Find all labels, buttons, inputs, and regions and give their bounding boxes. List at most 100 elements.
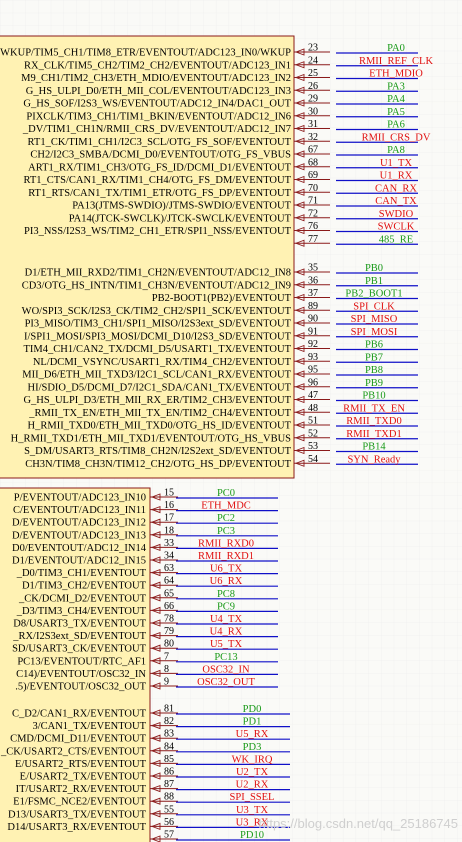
pin-function-label: PI3_MISO/TIM3_CH1/SPI1_MISO/I2S3ext_SD/E… (25, 319, 292, 330)
net-label[interactable]: PB7 (365, 352, 383, 363)
net-label[interactable]: SYN_Ready (347, 454, 401, 465)
net-label[interactable]: RMII_RXD0 (198, 538, 254, 549)
net-label[interactable]: U2_TX (236, 767, 268, 778)
pin-number: 93 (308, 352, 318, 363)
pin-function-label: CH3N/TIM8_CH3N/TIM12_CH2/OTG_HS_DP/EVENT… (25, 459, 291, 470)
pin-function-label: I/SPI1_MOSI/SPI3_MOSI/DCMI_D10/I2S3_SD/E… (24, 331, 292, 342)
net-label[interactable]: U1_TX (380, 158, 412, 169)
pin-function-label: RX_CLK/TIM5_CH2/TIM2_CH2/EVENTOUT/ADC123… (24, 60, 291, 71)
net-label[interactable]: U6_RX (210, 576, 243, 587)
net-label[interactable]: PB10 (362, 391, 385, 402)
pin-function-label: D1/EVENTOUT/ADC12_IN15 (12, 556, 146, 567)
pin-number: 32 (308, 132, 318, 143)
net-label[interactable]: PD10 (240, 830, 264, 841)
pin-number: 47 (308, 390, 318, 401)
net-label[interactable]: PB9 (365, 378, 383, 389)
net-label[interactable]: U6_TX (210, 564, 242, 575)
net-label[interactable]: U3_TX (236, 805, 268, 816)
net-label[interactable]: SWCLK (378, 222, 415, 233)
pin-function-label: HI/SDIO_D5/DCMI_D7/I2C1_SDA/CAN1_TX/EVEN… (28, 382, 292, 393)
pin-function-label: CH2/I2C3_SMBA/DCMI_D0/EVENTOUT/OTG_FS_VB… (30, 150, 291, 161)
net-label[interactable]: CAN_TX (375, 196, 417, 207)
net-label[interactable]: PC3 (217, 526, 235, 537)
pin-number: 56 (164, 817, 174, 828)
net-label[interactable]: OSC32_OUT (197, 677, 255, 688)
net-label[interactable]: PA6 (387, 120, 405, 131)
net-label[interactable]: SPI_MOSI (351, 327, 398, 338)
pin-number: 35 (308, 263, 318, 274)
pin-function-label: C14)/EVENTOUT/OSC32_IN (16, 669, 146, 680)
net-label[interactable]: U1_RX (380, 171, 413, 182)
pin-function-label: PA14(JTCK-SWCLK)/JTCK-SWCLK/EVENTOUT (69, 213, 292, 224)
net-label[interactable]: WK_IRQ (232, 754, 273, 765)
pin-function-label: G_HS_ULPI_D0/ETH_MII_COL/EVENTOUT/ADC123… (26, 86, 291, 97)
pin-function-label: PC13/EVENTOUT/RTC_AF1 (17, 656, 146, 667)
net-label[interactable]: PB8 (365, 365, 383, 376)
net-label[interactable]: PC13 (214, 652, 237, 663)
pin-number: 64 (164, 576, 174, 587)
net-label[interactable]: SPI_MISO (351, 314, 398, 325)
net-label[interactable]: SWDIO (379, 209, 414, 220)
net-label[interactable]: PA0 (387, 43, 405, 54)
pin-function-label: M9_CH1/TIM2_CH3/ETH_MDIO/EVENTOUT/ADC123… (21, 73, 291, 84)
pin-number: 91 (308, 326, 318, 337)
net-label[interactable]: OSC32_IN (202, 664, 250, 675)
net-label[interactable]: PC2 (217, 513, 235, 524)
net-label[interactable]: U5_TX (210, 639, 242, 650)
pin-number: 67 (308, 145, 318, 156)
pin-number: 83 (164, 729, 174, 740)
pin-function-label: RT1_CK/TIM1_CH1/I2C3_SCL/OTG_FS_SOF/EVEN… (28, 137, 292, 148)
net-label[interactable]: PB14 (362, 442, 386, 453)
net-label[interactable]: PB1 (365, 276, 383, 287)
net-label[interactable]: 485_RE (379, 234, 413, 245)
pin-number: 57 (164, 830, 174, 841)
pin-number: 15 (164, 488, 174, 499)
net-label[interactable]: RMII_CRS_DV (362, 132, 431, 143)
pin-function-label: S_DM/USART3_RTS/TIM8_CH2N/I2S2ext_SD/EVE… (24, 446, 291, 457)
net-label[interactable]: PB2_BOOT1 (345, 289, 402, 300)
net-label[interactable]: PD1 (243, 717, 262, 728)
pin-function-label: D/EVENTOUT/ADC123_IN13 (12, 530, 146, 541)
pin-function-label: H_RMII_TXD0/ETH_MII_TXD0/OTG_HS_ID/EVENT… (28, 421, 292, 432)
net-label[interactable]: RMII_TX_EN (343, 403, 405, 414)
net-label[interactable]: RMII_REF_CLK (359, 56, 434, 67)
pin-number: 65 (164, 588, 174, 599)
pin-function-label: D8/USART3_TX/EVENTOUT (13, 619, 146, 630)
net-label[interactable]: RMII_TXD0 (346, 416, 401, 427)
net-label[interactable]: PC0 (217, 488, 235, 499)
net-label[interactable]: RMII_TXD1 (346, 429, 401, 440)
pin-number: 77 (308, 234, 318, 245)
net-label[interactable]: PC9 (217, 601, 235, 612)
net-label[interactable]: ETH_MDIO (369, 69, 423, 80)
pin-number: 51 (308, 416, 318, 427)
pin-function-label: PI3_NSS/I2S3_WS/TIM2_CH1_ETR/SPI1_NSS/EV… (24, 226, 292, 237)
net-label[interactable]: PD3 (243, 742, 262, 753)
pin-number: 17 (164, 513, 174, 524)
net-label[interactable]: U4_TX (210, 614, 242, 625)
net-label[interactable]: PB0 (365, 263, 383, 274)
net-label[interactable]: PA3 (387, 81, 405, 92)
pin-number: 23 (308, 43, 318, 54)
net-label[interactable]: PA8 (387, 145, 405, 156)
net-label[interactable]: PB6 (365, 340, 383, 351)
net-label[interactable]: SPI_CLK (353, 301, 395, 312)
net-label[interactable]: PD0 (243, 704, 262, 715)
pin-number: 29 (308, 94, 318, 105)
pin-number: 92 (308, 339, 318, 350)
net-label[interactable]: U2_RX (236, 780, 269, 791)
pin-number: 18 (164, 525, 174, 536)
pin-number: 79 (164, 626, 174, 637)
pin-function-label: G_HS_ULPI_D3/ETH_MII_RX_ER/TIM2_CH3/EVEN… (23, 395, 291, 406)
net-label[interactable]: SPI_SSEL (230, 792, 275, 803)
net-label[interactable]: RMII_RXD1 (198, 551, 254, 562)
net-label[interactable]: CAN_RX (375, 183, 417, 194)
pin-number: 84 (164, 741, 174, 752)
net-label[interactable]: PA4 (387, 94, 405, 105)
pin-function-label: E/USART2_TX/EVENTOUT (20, 772, 147, 783)
net-label[interactable]: U5_RX (236, 729, 269, 740)
pin-number: 82 (164, 716, 174, 727)
net-label[interactable]: ETH_MDC (201, 501, 251, 512)
net-label[interactable]: U4_RX (210, 627, 243, 638)
net-label[interactable]: PC8 (217, 589, 235, 600)
net-label[interactable]: PA5 (387, 107, 405, 118)
